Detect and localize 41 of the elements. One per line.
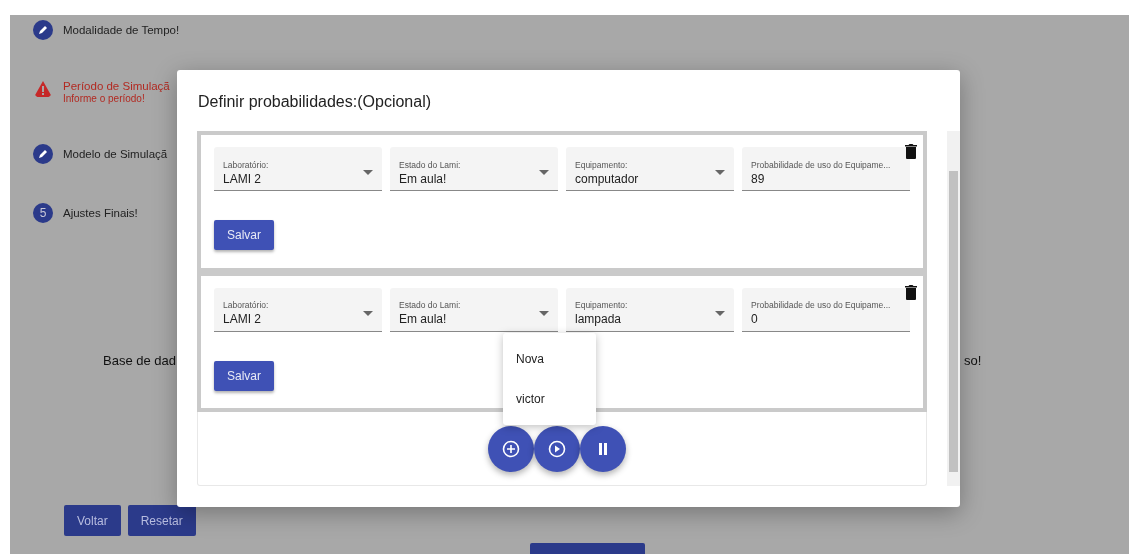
select-field[interactable]: Laboratório: LAMI 2 (214, 287, 382, 332)
select-field[interactable]: Estado do Lami: Em aula! (390, 287, 558, 332)
pencil-icon (33, 144, 53, 164)
pause-button[interactable] (580, 426, 626, 473)
step-number: 5 (33, 203, 53, 223)
action-button[interactable]: Voltar (64, 505, 121, 536)
background-text: so! (964, 353, 982, 368)
background-text: Base de dad (103, 353, 176, 368)
step-label: Período de Simulaçã (63, 79, 170, 93)
save-button[interactable]: Salvar (214, 220, 274, 250)
menu-item[interactable]: victor (503, 379, 596, 419)
select-field[interactable]: Equipamento: lampada (566, 287, 734, 332)
select-field[interactable]: Equipamento: computador (566, 147, 734, 191)
dropdown-caret-icon (539, 170, 549, 175)
input-field[interactable]: Probabilidade de uso do Equipame... 0 (742, 287, 910, 332)
step-error-message: Informe o período! (63, 93, 146, 104)
warning-icon (33, 79, 53, 99)
step-label: Modelo de Simulaçã (63, 147, 168, 162)
add-button[interactable] (488, 426, 534, 473)
dropdown-caret-icon (715, 170, 725, 175)
pause-icon (597, 443, 609, 456)
select-field[interactable]: Laboratório: LAMI 2 (214, 147, 382, 191)
action-button[interactable]: Resetar (127, 505, 196, 536)
input-field[interactable]: Probabilidade de uso do Equipame... 89 (742, 147, 910, 191)
save-button[interactable]: Salvar (214, 360, 274, 391)
step-label: Ajustes Finais! (63, 206, 138, 221)
dropdown-caret-icon (363, 170, 373, 175)
menu-item[interactable]: Nova (503, 339, 596, 379)
dropdown-caret-icon (539, 310, 549, 316)
dialog-title: Definir probabilidades:(Opcional) (197, 92, 432, 112)
pencil-icon (33, 20, 53, 40)
dropdown-caret-icon (715, 310, 725, 316)
play-button[interactable] (534, 426, 580, 473)
dropdown-caret-icon (363, 310, 373, 316)
scrollbar[interactable] (947, 131, 960, 486)
plus-circle-icon (502, 440, 520, 459)
step-label: Modalidade de Tempo! (63, 23, 180, 38)
trash-icon[interactable] (905, 284, 917, 300)
select-field[interactable]: Estado do Lami: Em aula! (390, 147, 558, 191)
play-circle-icon (548, 440, 566, 459)
trash-icon[interactable] (905, 144, 917, 159)
